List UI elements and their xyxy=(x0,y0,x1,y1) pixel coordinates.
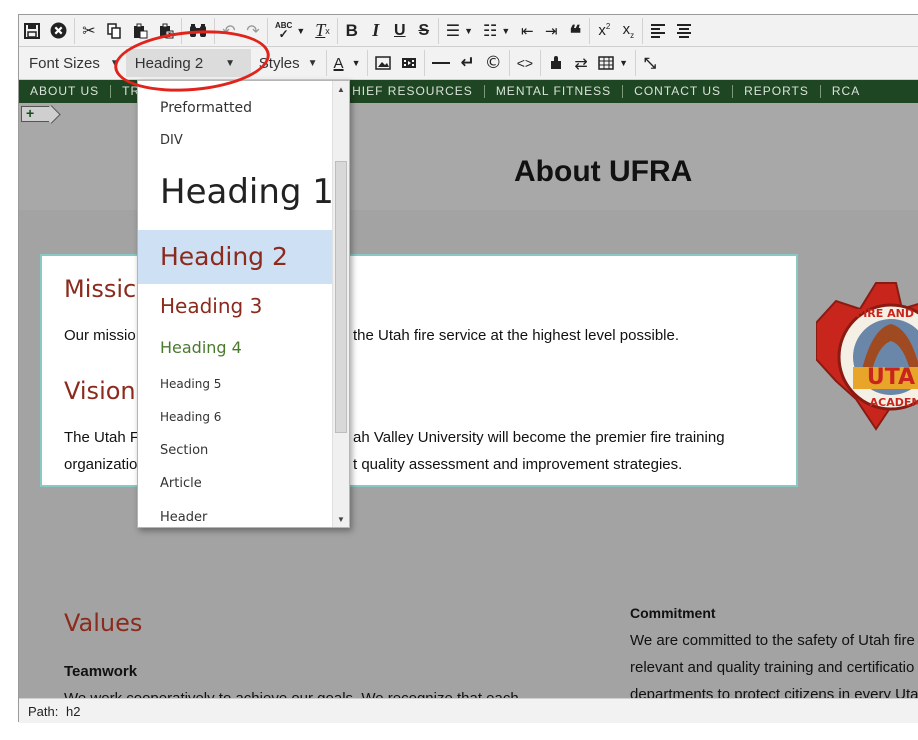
spellcheck-icon[interactable]: ABC ✓ ▼ xyxy=(270,17,310,45)
copy-icon[interactable] xyxy=(101,17,127,45)
logo-bottom-text: ACADEM xyxy=(870,396,918,409)
underline-icon[interactable]: U xyxy=(388,17,412,45)
bullet-list-icon[interactable]: ☰ ▼ xyxy=(441,17,478,45)
teamwork-text: We work cooperatively to achieve our goa… xyxy=(64,690,519,698)
vision-heading: Vision xyxy=(64,377,136,405)
nav-item-mental-fitness[interactable]: MENTAL FITNESS xyxy=(485,85,624,98)
menu-item-preformatted[interactable]: Preformatted xyxy=(138,100,333,120)
block-format-menu: Preformatted DIV Heading 1 Heading 2 Hea… xyxy=(137,80,350,528)
toolbar-separator xyxy=(74,17,75,44)
menu-item-header[interactable]: Header xyxy=(138,510,333,527)
horizontal-rule-icon[interactable] xyxy=(427,49,455,77)
mission-text-left: Our missio xyxy=(64,327,136,344)
menu-item-article[interactable]: Article xyxy=(138,476,333,494)
toolbar-separator xyxy=(367,50,369,76)
table-icon[interactable]: ▼ xyxy=(593,49,633,77)
clear-format-icon[interactable]: Tx xyxy=(310,17,335,45)
nav-item-rca[interactable]: RCA xyxy=(821,85,871,98)
strikethrough-icon[interactable]: S xyxy=(412,17,436,45)
menu-item-heading-5[interactable]: Heading 5 xyxy=(138,377,333,395)
vision-text-line2-right: t quality assessment and improvement str… xyxy=(353,456,683,473)
toolbar-separator xyxy=(508,50,510,76)
nav-item-contact-us[interactable]: CONTACT US xyxy=(623,85,734,98)
font-sizes-dropdown[interactable]: Font Sizes ▼ xyxy=(19,49,126,77)
nav-item-reports[interactable]: REPORTS xyxy=(733,85,821,98)
menu-item-heading-1[interactable]: Heading 1 xyxy=(138,172,334,216)
plugin-icon[interactable] xyxy=(543,49,569,77)
teamwork-heading: Teamwork xyxy=(64,663,138,680)
toolbar-separator xyxy=(267,17,268,44)
bold-icon[interactable]: B xyxy=(340,17,364,45)
toolbar-separator xyxy=(424,50,426,76)
blockquote-icon[interactable]: ❝ xyxy=(563,17,587,45)
line-break-icon[interactable]: ↵ xyxy=(455,49,479,77)
vision-text-line1-left: The Utah F xyxy=(64,429,140,446)
menu-scrollbar[interactable]: ▲ ▼ xyxy=(332,81,349,527)
values-band: Values Teamwork We work cooperatively to… xyxy=(19,531,918,698)
numbered-list-icon[interactable]: ☷ ▼ xyxy=(478,17,515,45)
scrollbar-thumb[interactable] xyxy=(335,161,347,433)
media-icon[interactable] xyxy=(396,49,422,77)
add-section-icon[interactable]: + xyxy=(21,106,49,122)
status-bar: Path: h2 xyxy=(19,698,918,723)
source-code-icon[interactable]: <> xyxy=(512,49,538,77)
mission-text-right: the Utah fire service at the highest lev… xyxy=(353,327,680,344)
menu-item-heading-2[interactable]: Heading 2 xyxy=(138,230,333,284)
menu-item-heading-4[interactable]: Heading 4 xyxy=(138,338,333,362)
toolbar-separator xyxy=(635,50,637,76)
toolbar-separator xyxy=(589,17,591,44)
path-label: Path: xyxy=(28,704,59,719)
special-character-icon[interactable]: © xyxy=(480,49,507,77)
toolbar-separator xyxy=(540,50,542,76)
path-value[interactable]: h2 xyxy=(66,704,80,719)
font-color-icon[interactable]: A ▼ xyxy=(329,49,366,77)
scroll-up-icon[interactable]: ▲ xyxy=(337,85,345,94)
subscript-icon[interactable]: xz xyxy=(616,17,640,45)
italic-icon[interactable]: I xyxy=(364,17,388,45)
align-left-icon[interactable] xyxy=(645,17,671,45)
menu-item-section[interactable]: Section xyxy=(138,443,333,461)
font-sizes-label: Font Sizes xyxy=(29,54,100,72)
toolbar-separator xyxy=(642,17,644,44)
menu-item-heading-3[interactable]: Heading 3 xyxy=(138,294,333,322)
fullscreen-icon[interactable]: ⤡ xyxy=(638,49,662,77)
nav-item-about-us[interactable]: ABOUT US xyxy=(19,85,112,98)
commitment-heading: Commitment xyxy=(630,605,716,621)
vision-text-line1-right: ah Valley University will become the pre… xyxy=(353,429,725,446)
toolbar-separator xyxy=(336,17,338,44)
chevron-down-icon: ▼ xyxy=(307,57,318,69)
menu-item-div[interactable]: DIV xyxy=(138,133,333,153)
commitment-text-line3: departments to protect citizens in every… xyxy=(630,686,918,698)
outdent-icon[interactable]: ⇤ xyxy=(515,17,539,45)
mission-heading: Missic xyxy=(64,275,137,303)
menu-item-heading-6[interactable]: Heading 6 xyxy=(138,410,333,428)
align-center-icon[interactable] xyxy=(671,17,697,45)
values-heading: Values xyxy=(64,609,143,637)
commitment-text-line1: We are committed to the safety of Utah f… xyxy=(630,632,915,649)
logo-top-text: FIRE AND R xyxy=(856,307,918,320)
vision-text-line2-left: organizatio xyxy=(64,456,138,473)
cancel-icon[interactable] xyxy=(45,17,72,45)
scroll-down-icon[interactable]: ▼ xyxy=(337,515,345,524)
toolbar-separator xyxy=(325,50,327,76)
swap-icon[interactable]: ⇄ xyxy=(569,49,593,77)
page-title: About UFRA xyxy=(514,155,693,188)
logo-mid-text: UTA xyxy=(867,365,915,390)
image-icon[interactable] xyxy=(370,49,396,77)
save-icon[interactable] xyxy=(19,17,45,45)
toolbar-separator xyxy=(437,17,439,44)
ufra-logo-badge: UTA FIRE AND R ACADEM xyxy=(816,282,918,431)
commitment-text-line2: relevant and quality training and certif… xyxy=(630,659,915,676)
indent-icon[interactable]: ⇥ xyxy=(539,17,563,45)
superscript-icon[interactable]: x2 xyxy=(592,17,616,45)
cut-icon[interactable]: ✂ xyxy=(77,17,101,45)
